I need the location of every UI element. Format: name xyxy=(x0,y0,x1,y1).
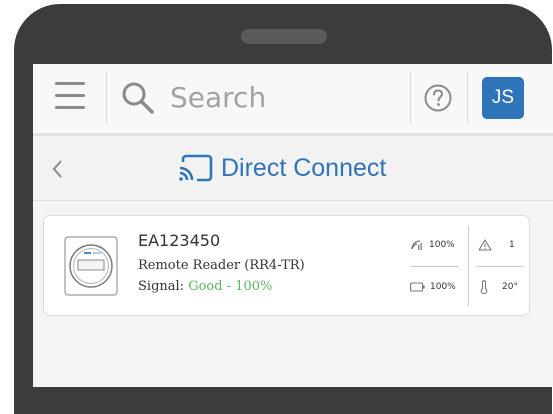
thermometer-icon xyxy=(480,280,488,294)
user-avatar[interactable]: JS xyxy=(482,77,524,119)
alert-count: 1 xyxy=(509,240,515,250)
stats-divider xyxy=(410,266,458,267)
help-icon[interactable] xyxy=(423,83,453,113)
meter-icon xyxy=(64,236,118,296)
page-title-label: Direct Connect xyxy=(221,153,387,182)
menu-icon[interactable] xyxy=(55,82,85,110)
stats-divider xyxy=(468,226,469,306)
temperature-stat: 20° xyxy=(478,280,518,294)
signal-status: Good - 100% xyxy=(188,279,273,294)
header-divider xyxy=(467,72,468,124)
search-icon[interactable] xyxy=(121,81,155,115)
header-divider xyxy=(410,72,411,124)
alert-stat: 1 xyxy=(478,239,515,251)
device-model: Remote Reader (RR4-TR) xyxy=(138,258,305,273)
battery-value: 100% xyxy=(430,282,456,292)
app-screen: JS Direct Connect EA123450 Remote Reader… xyxy=(33,64,553,387)
direct-connect-bar: Direct Connect xyxy=(33,136,553,201)
header-divider xyxy=(106,72,107,124)
signal-icon xyxy=(411,240,422,250)
stats-divider xyxy=(476,266,524,267)
device-id: EA123450 xyxy=(138,231,221,250)
page-title: Direct Connect xyxy=(177,152,386,184)
signal-stat: 100% xyxy=(410,239,455,251)
temperature-value: 20° xyxy=(502,282,518,292)
battery-stat: 100% xyxy=(410,282,456,292)
back-chevron-icon[interactable] xyxy=(49,158,67,180)
device-card[interactable]: EA123450 Remote Reader (RR4-TR) Signal: … xyxy=(43,215,530,316)
app-header: JS xyxy=(33,64,553,136)
device-signal: Signal: Good - 100% xyxy=(138,279,272,294)
signal-label: Signal: xyxy=(138,279,185,294)
phone-speaker xyxy=(241,29,327,44)
cast-icon xyxy=(179,154,213,182)
battery-icon xyxy=(410,282,425,292)
device-stats: 100% 1 100% 20° xyxy=(410,226,524,306)
search-input[interactable] xyxy=(170,77,420,117)
signal-value: 100% xyxy=(429,240,455,250)
warning-icon xyxy=(478,239,492,251)
